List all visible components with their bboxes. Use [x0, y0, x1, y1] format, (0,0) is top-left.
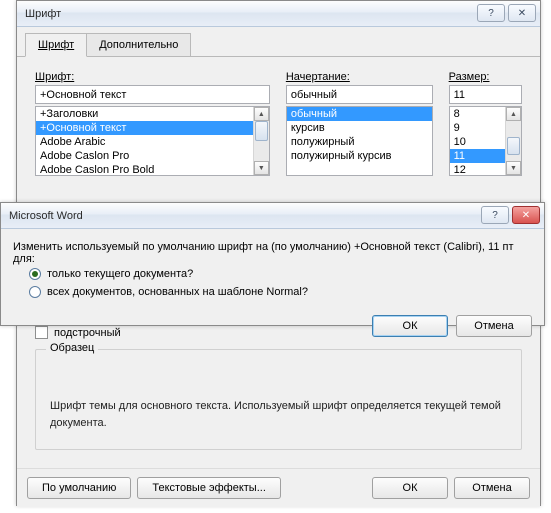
close-button[interactable]: ✕: [508, 4, 536, 22]
sample-description: Шрифт темы для основного текста. Использ…: [50, 398, 507, 431]
tab-font[interactable]: Шрифт: [25, 33, 87, 57]
font-column: Шрифт: +Заголовки +Основной текст Adobe …: [35, 71, 270, 176]
style-label: Начертание:: [286, 71, 433, 83]
list-item[interactable]: +Заголовки: [36, 107, 253, 121]
list-item[interactable]: Adobe Arabic: [36, 135, 253, 149]
style-input[interactable]: [286, 85, 433, 104]
font-listbox[interactable]: +Заголовки +Основной текст Adobe Arabic …: [35, 106, 270, 176]
scroll-up-icon[interactable]: ▲: [506, 107, 521, 121]
size-label: Размер:: [449, 71, 522, 83]
radio-icon: [29, 286, 41, 298]
scroll-thumb[interactable]: [255, 121, 268, 141]
message-dialog-titlebar: Microsoft Word ? ✕: [1, 203, 544, 229]
tabstrip: Шрифт Дополнительно: [17, 27, 540, 57]
close-button[interactable]: ✕: [512, 206, 540, 224]
list-item[interactable]: 8: [450, 107, 505, 121]
prompt-text: Изменить используемый по умолчанию шрифт…: [13, 241, 532, 265]
list-item[interactable]: +Основной текст: [36, 121, 253, 135]
radio-label: всех документов, основанных на шаблоне N…: [47, 286, 308, 298]
help-button[interactable]: ?: [477, 4, 505, 22]
cancel-button[interactable]: Отмена: [454, 477, 530, 499]
scroll-up-icon[interactable]: ▲: [254, 107, 269, 121]
list-item[interactable]: 10: [450, 135, 505, 149]
list-item[interactable]: Adobe Caslon Pro: [36, 149, 253, 163]
message-dialog-title: Microsoft Word: [9, 210, 83, 222]
font-dialog-title: Шрифт: [25, 8, 61, 20]
radio-icon: [29, 268, 41, 280]
list-item[interactable]: Adobe Caslon Pro Bold: [36, 163, 253, 175]
help-button[interactable]: ?: [481, 206, 509, 224]
radio-all-docs[interactable]: всех документов, основанных на шаблоне N…: [13, 283, 532, 301]
prompt-area: Изменить используемый по умолчанию шрифт…: [1, 229, 544, 307]
list-item[interactable]: 9: [450, 121, 505, 135]
font-dialog-titlebar: Шрифт ? ✕: [17, 1, 540, 27]
cancel-button[interactable]: Отмена: [456, 315, 532, 337]
scroll-down-icon[interactable]: ▼: [506, 161, 521, 175]
radio-label: только текущего документа?: [47, 268, 193, 280]
message-dialog-buttons: ОК Отмена: [1, 307, 544, 349]
scroll-thumb[interactable]: [507, 137, 520, 155]
style-listbox[interactable]: обычный курсив полужирный полужирный кур…: [286, 106, 433, 176]
size-input[interactable]: [449, 85, 522, 104]
font-label: Шрифт:: [35, 71, 270, 83]
ok-button[interactable]: ОК: [372, 315, 448, 337]
scrollbar[interactable]: ▲ ▼: [505, 107, 521, 175]
size-column: Размер: 8 9 10 11 12 ▲ ▼: [449, 71, 522, 176]
list-item[interactable]: 11: [450, 149, 505, 163]
title-controls: ? ✕: [477, 4, 536, 22]
list-item[interactable]: полужирный курсив: [287, 149, 432, 163]
list-item[interactable]: обычный: [287, 107, 432, 121]
text-effects-button[interactable]: Текстовые эффекты...: [137, 477, 281, 499]
list-item[interactable]: 12: [450, 163, 505, 175]
title-controls: ? ✕: [481, 206, 540, 224]
style-column: Начертание: обычный курсив полужирный по…: [286, 71, 433, 176]
scrollbar[interactable]: ▲ ▼: [253, 107, 269, 175]
font-dialog-buttons: По умолчанию Текстовые эффекты... ОК Отм…: [17, 468, 540, 507]
list-item[interactable]: курсив: [287, 121, 432, 135]
scroll-down-icon[interactable]: ▼: [254, 161, 269, 175]
size-listbox[interactable]: 8 9 10 11 12 ▲ ▼: [449, 106, 522, 176]
tab-advanced[interactable]: Дополнительно: [86, 33, 191, 56]
radio-current-doc[interactable]: только текущего документа?: [13, 265, 532, 283]
message-dialog: Microsoft Word ? ✕ Изменить используемый…: [0, 202, 545, 326]
sample-group: Образец Шрифт темы для основного текста.…: [35, 349, 522, 450]
font-input[interactable]: [35, 85, 270, 104]
default-button[interactable]: По умолчанию: [27, 477, 131, 499]
list-item[interactable]: полужирный: [287, 135, 432, 149]
font-columns: Шрифт: +Заголовки +Основной текст Adobe …: [35, 71, 522, 176]
ok-button[interactable]: ОК: [372, 477, 448, 499]
